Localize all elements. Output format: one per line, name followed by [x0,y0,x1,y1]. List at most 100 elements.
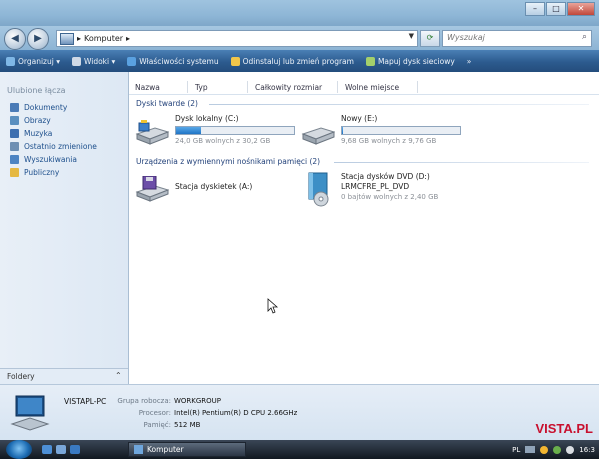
folders-toggle[interactable]: Foldery ⌃ [0,368,128,385]
sidebar-item-label: Dokumenty [24,103,68,112]
recent-icon [10,142,19,151]
computer-icon [60,32,74,45]
uninstall-button[interactable]: Odinstaluj lub zmień program [225,56,360,66]
caption-buttons: – □ ✕ [525,2,595,16]
breadcrumb-komputer[interactable]: Komputer [84,34,123,43]
views-icon [71,56,81,66]
views-button[interactable]: Widoki ▾ [66,56,121,66]
more-button[interactable]: » [461,57,478,66]
documents-icon [10,103,19,112]
explorer-window: – □ ✕ ◀ ▶ ▸ Komputer ▸ ▼ ⟳ ⌕ Organizuj ▾… [0,0,599,459]
drive-free-space: 0 bajtów wolnych z 2,40 GB [341,193,439,201]
workgroup-label: Grupa robocza: [117,397,171,405]
column-separator[interactable] [187,81,188,93]
group-divider [334,162,589,163]
start-button[interactable] [6,440,32,459]
hard-drive-icon [135,120,169,145]
system-properties-button[interactable]: Właściwości systemu [121,56,224,66]
switch-windows-icon[interactable] [56,445,66,454]
group-header-removable[interactable]: Urządzenia z wymiennymi nośnikami pamięc… [136,157,320,166]
searches-icon [10,155,19,164]
refresh-button[interactable]: ⟳ [420,30,440,47]
drive-item-e[interactable]: Nowy (E:) 9,68 GB wolnych z 9,76 GB [301,114,471,148]
sidebar-item-pictures[interactable]: Obrazy [0,114,128,127]
sidebar-item-documents[interactable]: Dokumenty [0,101,128,114]
music-icon [10,129,19,138]
breadcrumb-arrow[interactable]: ▸ [126,34,130,43]
system-properties-icon [127,56,137,66]
internet-explorer-icon[interactable] [70,445,80,454]
drive-item-a[interactable]: Stacja dyskietek (A:) [135,172,295,206]
views-label: Widoki ▾ [83,56,116,66]
column-free-space[interactable]: Wolne miejsce [345,83,399,92]
dvd-drive-icon [308,172,329,207]
drive-usage-fill [176,127,201,134]
drive-name: Nowy (E:) [341,114,378,123]
sidebar-item-label: Ostatnio zmienione [24,142,97,151]
forward-button[interactable]: ▶ [27,28,49,50]
command-bar: Organizuj ▾ Widoki ▾ Właściwości systemu… [0,50,599,72]
sidebar-item-label: Muzyka [24,129,53,138]
organize-label: Organizuj ▾ [18,56,60,66]
clock[interactable]: 16:3 [579,446,595,454]
group-header-hard-drives[interactable]: Dyski twarde (2) [136,99,198,108]
close-button[interactable]: ✕ [567,2,595,16]
map-drive-label: Mapuj dysk sieciowy [377,56,455,66]
minimize-button[interactable]: – [525,2,545,16]
column-separator[interactable] [337,81,338,93]
taskbar-button-komputer[interactable]: Komputer [128,442,246,457]
sidebar-item-searches[interactable]: Wyszukiwania [0,153,128,166]
organize-button[interactable]: Organizuj ▾ [0,56,66,66]
sidebar-item-music[interactable]: Muzyka [0,127,128,140]
title-bar[interactable]: – □ ✕ [0,0,599,26]
navigation-pane: Ulubione łącza Dokumenty Obrazy Muzyka O… [0,72,129,384]
column-headers: Nazwa Typ Całkowity rozmiar Wolne miejsc… [129,80,599,95]
address-dropdown-icon[interactable]: ▼ [409,32,414,40]
keyboard-icon[interactable] [525,446,536,453]
drive-name: Stacja dyskietek (A:) [175,182,253,191]
sidebar-item-recent[interactable]: Ostatnio zmienione [0,140,128,153]
group-divider [209,104,589,105]
workgroup-value: WORKGROUP [174,397,222,405]
floppy-drive-icon [135,176,169,202]
vista-pl-logo: VISTA.PL [535,421,593,436]
sidebar-item-public[interactable]: Publiczny [0,166,128,179]
address-arrow[interactable]: ▸ [77,34,81,43]
search-icon[interactable]: ⌕ [582,32,587,42]
map-drive-button[interactable]: Mapuj dysk sieciowy [360,56,461,66]
drive-name: Stacja dysków DVD (D:) [341,172,430,181]
chevron-up-icon[interactable]: ⌃ [115,371,122,380]
map-drive-icon [365,56,375,66]
address-bar[interactable]: ▸ Komputer ▸ ▼ [56,30,418,47]
drive-usage-fill [342,127,344,134]
drive-usage-bar [341,126,461,135]
pictures-icon [10,116,19,125]
taskbar: Komputer PL 16:3 [0,440,599,459]
column-total-size[interactable]: Całkowity rozmiar [255,83,322,92]
details-pane: VISTAPL-PC Grupa robocza: WORKGROUP Proc… [0,384,599,441]
organize-icon [6,56,15,66]
uninstall-label: Odinstaluj lub zmień program [242,56,354,66]
search-box[interactable]: ⌕ [442,30,592,47]
column-type[interactable]: Typ [195,83,208,92]
network-icon[interactable] [553,445,562,454]
uninstall-icon [230,56,240,66]
maximize-button[interactable]: □ [546,2,566,16]
memory-value: 512 MB [174,421,201,429]
language-indicator[interactable]: PL [512,446,520,454]
memory-label: Pamięć: [143,421,171,429]
drive-item-d[interactable]: Stacja dysków DVD (D:) LRMCFRE_PL_DVD 0 … [301,172,491,212]
show-desktop-icon[interactable] [42,445,52,454]
search-input[interactable] [443,31,571,44]
volume-icon[interactable] [566,445,575,454]
drive-item-c[interactable]: Dysk lokalny (C:) 24,0 GB wolnych z 30,2… [135,114,295,148]
column-separator[interactable] [417,81,418,93]
drive-free-space: 24,0 GB wolnych z 30,2 GB [175,137,271,145]
drive-volume-label: LRMCFRE_PL_DVD [341,182,410,191]
back-button[interactable]: ◀ [4,28,26,50]
column-name[interactable]: Nazwa [135,83,160,92]
processor-value: Intel(R) Pentium(R) D CPU 2.66GHz [174,409,298,417]
column-separator[interactable] [247,81,248,93]
more-label: » [466,56,472,66]
security-icon[interactable] [540,445,549,454]
